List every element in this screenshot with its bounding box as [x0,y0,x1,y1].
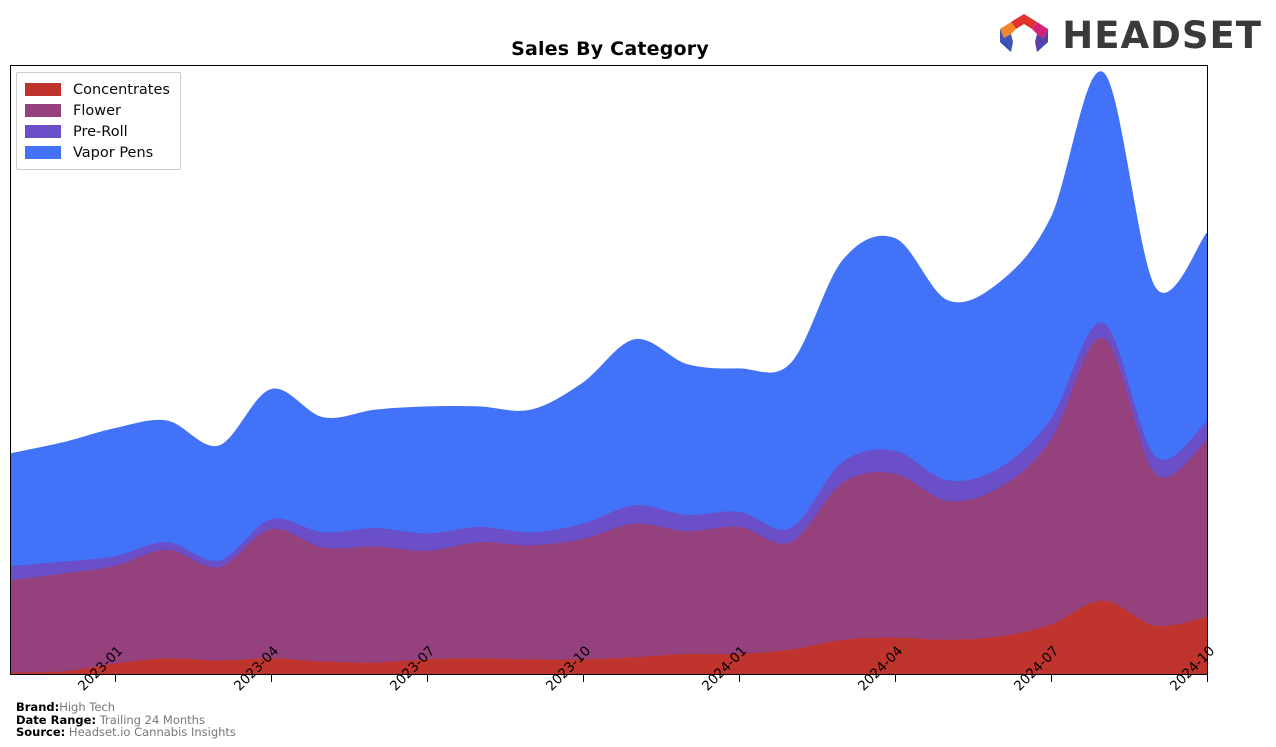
headset-wordmark: HEADSET [1062,13,1262,57]
footnote-source-value: Headset.io Cannabis Insights [68,725,236,740]
x-tick-2023-01 [115,675,117,682]
legend-swatch-concentrates [25,83,61,96]
stacked-area-chart [11,71,1207,674]
x-tick-2024-04 [895,675,897,682]
footnote-source: Source: Headset.io Cannabis Insights [16,726,236,739]
legend-label-concentrates: Concentrates [73,81,170,98]
legend-swatch-flower [25,104,61,117]
legend-swatch-pre-roll [25,125,61,138]
legend-item-flower[interactable]: Flower [25,100,170,121]
chart-footnotes: Brand:High Tech Date Range: Trailing 24 … [16,701,236,739]
legend-label-flower: Flower [73,102,121,119]
legend-label-vapor-pens: Vapor Pens [73,144,154,161]
x-tick-2024-10 [1207,675,1209,682]
x-tick-2024-07 [1051,675,1053,682]
x-tick-2023-07 [427,675,429,682]
legend-item-vapor-pens[interactable]: Vapor Pens [25,142,170,163]
chart-plot-area [10,65,1208,675]
chart-legend: Concentrates Flower Pre-Roll Vapor Pens [16,72,181,170]
legend-item-concentrates[interactable]: Concentrates [25,79,170,100]
x-tick-2023-04 [271,675,273,682]
x-tick-2023-10 [583,675,585,682]
legend-item-pre-roll[interactable]: Pre-Roll [25,121,170,142]
headset-hexagon-logo-icon [1000,14,1049,52]
legend-label-pre-roll: Pre-Roll [73,123,128,140]
legend-swatch-vapor-pens [25,146,61,159]
headset-brand-logo: HEADSET [996,12,1262,58]
footnote-source-key: Source: [16,725,66,740]
x-tick-2024-01 [739,675,741,682]
